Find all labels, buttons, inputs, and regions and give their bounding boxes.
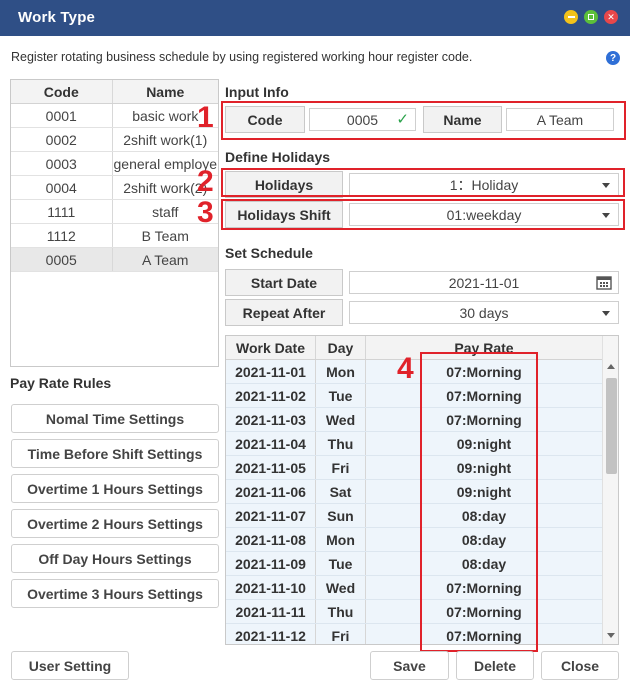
day-cell: Sat	[316, 480, 366, 503]
day-cell: Mon	[316, 528, 366, 551]
delete-button[interactable]: Delete	[456, 651, 534, 680]
table-row[interactable]: 2021-11-04 Thu 09:night	[226, 432, 602, 456]
list-item-code: 1112	[11, 224, 113, 247]
annotation-number-4: 4	[397, 352, 414, 385]
list-item-code: 1111	[11, 200, 113, 223]
code-list: Code Name 0001 basic work 0002 2shift work…	[10, 79, 219, 367]
repeat-after-label: Repeat After	[225, 299, 343, 326]
schedule-table-header: Work Date Day Pay Rate	[226, 336, 602, 360]
annotation-number-3: 3	[197, 196, 214, 229]
list-item-selected[interactable]: 0005 A Team	[11, 248, 218, 272]
user-setting-button[interactable]: User Setting	[11, 651, 129, 680]
work-date-cell: 2021-11-07	[226, 504, 316, 527]
annotation-box-3	[221, 199, 625, 230]
work-date-cell: 2021-11-02	[226, 384, 316, 407]
table-row[interactable]: 2021-11-06 Sat 09:night	[226, 480, 602, 504]
annotation-box-4	[420, 352, 538, 652]
time-before-shift-settings-button[interactable]: Time Before Shift Settings	[11, 439, 219, 468]
scrollbar-thumb[interactable]	[606, 378, 617, 474]
save-button[interactable]: Save	[370, 651, 449, 680]
table-row[interactable]: 2021-11-09 Tue 08:day	[226, 552, 602, 576]
work-date-cell: 2021-11-06	[226, 480, 316, 503]
table-row[interactable]: 2021-11-07 Sun 08:day	[226, 504, 602, 528]
annotation-box-2	[221, 168, 625, 197]
list-item-code: 0002	[11, 128, 113, 151]
overtime-3-settings-button[interactable]: Overtime 3 Hours Settings	[11, 579, 219, 608]
list-item[interactable]: 0001 basic work	[11, 104, 218, 128]
start-date-label: Start Date	[225, 269, 343, 296]
column-header-code[interactable]: Code	[11, 80, 113, 103]
list-item[interactable]: 1112 B Team	[11, 224, 218, 248]
page-description: Register rotating business schedule by u…	[11, 50, 473, 64]
code-list-header: Code Name	[11, 80, 218, 104]
pay-rate-rules-title: Pay Rate Rules	[10, 375, 112, 391]
column-header-name[interactable]: Name	[113, 80, 218, 103]
table-row[interactable]: 2021-11-10 Wed 07:Morning	[226, 576, 602, 600]
scroll-up-icon[interactable]	[607, 364, 615, 369]
scroll-down-icon[interactable]	[607, 633, 615, 638]
table-row[interactable]: 2021-11-02 Tue 07:Morning	[226, 384, 602, 408]
work-date-cell: 2021-11-05	[226, 456, 316, 479]
day-cell: Fri	[316, 624, 366, 644]
day-cell: Thu	[316, 600, 366, 623]
table-row[interactable]: 2021-11-08 Mon 08:day	[226, 528, 602, 552]
day-cell: Thu	[316, 432, 366, 455]
work-date-cell: 2021-11-11	[226, 600, 316, 623]
list-item-code: 0001	[11, 104, 113, 127]
list-item-code: 0003	[11, 152, 113, 175]
table-row[interactable]: 2021-11-12 Fri 07:Morning	[226, 624, 602, 644]
window-title: Work Type	[18, 9, 96, 26]
repeat-after-value: 30 days	[459, 304, 509, 321]
day-cell: Wed	[316, 408, 366, 431]
day-cell: Wed	[316, 576, 366, 599]
work-date-cell: 2021-11-09	[226, 552, 316, 575]
help-icon[interactable]: ?	[606, 51, 620, 65]
calendar-icon[interactable]	[596, 275, 612, 290]
work-date-cell: 2021-11-10	[226, 576, 316, 599]
define-holidays-title: Define Holidays	[225, 149, 331, 165]
column-header-work-date[interactable]: Work Date	[226, 336, 316, 359]
work-date-cell: 2021-11-12	[226, 624, 316, 644]
table-row[interactable]: 2021-11-05 Fri 09:night	[226, 456, 602, 480]
table-row[interactable]: 2021-11-01 Mon 07:Morning	[226, 360, 602, 384]
day-cell: Tue	[316, 384, 366, 407]
chevron-down-icon	[602, 311, 610, 316]
set-schedule-title: Set Schedule	[225, 245, 313, 261]
close-icon[interactable]: ✕	[604, 10, 618, 24]
input-info-title: Input Info	[225, 84, 289, 100]
day-cell: Mon	[316, 360, 366, 383]
table-row[interactable]: 2021-11-11 Thu 07:Morning	[226, 600, 602, 624]
work-date-cell: 2021-11-08	[226, 528, 316, 551]
list-item-code: 0005	[11, 248, 113, 271]
day-cell: Fri	[316, 456, 366, 479]
work-date-cell: 2021-11-03	[226, 408, 316, 431]
minimize-icon[interactable]	[564, 10, 578, 24]
start-date-field[interactable]: 2021-11-01	[349, 271, 619, 294]
list-item[interactable]: 0003 general employe	[11, 152, 218, 176]
list-item[interactable]: 0002 2shift work(1)	[11, 128, 218, 152]
list-item[interactable]: 0004 2shift work(2)	[11, 176, 218, 200]
annotation-number-2: 2	[197, 165, 214, 198]
maximize-icon[interactable]	[584, 10, 598, 24]
table-row[interactable]: 2021-11-03 Wed 07:Morning	[226, 408, 602, 432]
overtime-1-settings-button[interactable]: Overtime 1 Hours Settings	[11, 474, 219, 503]
list-item[interactable]: 1111 staff	[11, 200, 218, 224]
column-header-day[interactable]: Day	[316, 336, 366, 359]
work-date-cell: 2021-11-04	[226, 432, 316, 455]
list-item-name: A Team	[142, 251, 189, 268]
normal-time-settings-button[interactable]: Nomal Time Settings	[11, 404, 219, 433]
list-item-code: 0004	[11, 176, 113, 199]
start-date-value: 2021-11-01	[448, 274, 520, 291]
day-cell: Tue	[316, 552, 366, 575]
annotation-number-1: 1	[197, 101, 214, 134]
close-button[interactable]: Close	[541, 651, 619, 680]
vertical-scrollbar[interactable]	[602, 336, 618, 644]
annotation-box-1	[221, 101, 626, 140]
title-bar: Work Type ✕	[0, 0, 630, 36]
off-day-hours-settings-button[interactable]: Off Day Hours Settings	[11, 544, 219, 573]
repeat-after-select[interactable]: 30 days	[349, 301, 619, 324]
day-cell: Sun	[316, 504, 366, 527]
work-date-cell: 2021-11-01	[226, 360, 316, 383]
overtime-2-settings-button[interactable]: Overtime 2 Hours Settings	[11, 509, 219, 538]
